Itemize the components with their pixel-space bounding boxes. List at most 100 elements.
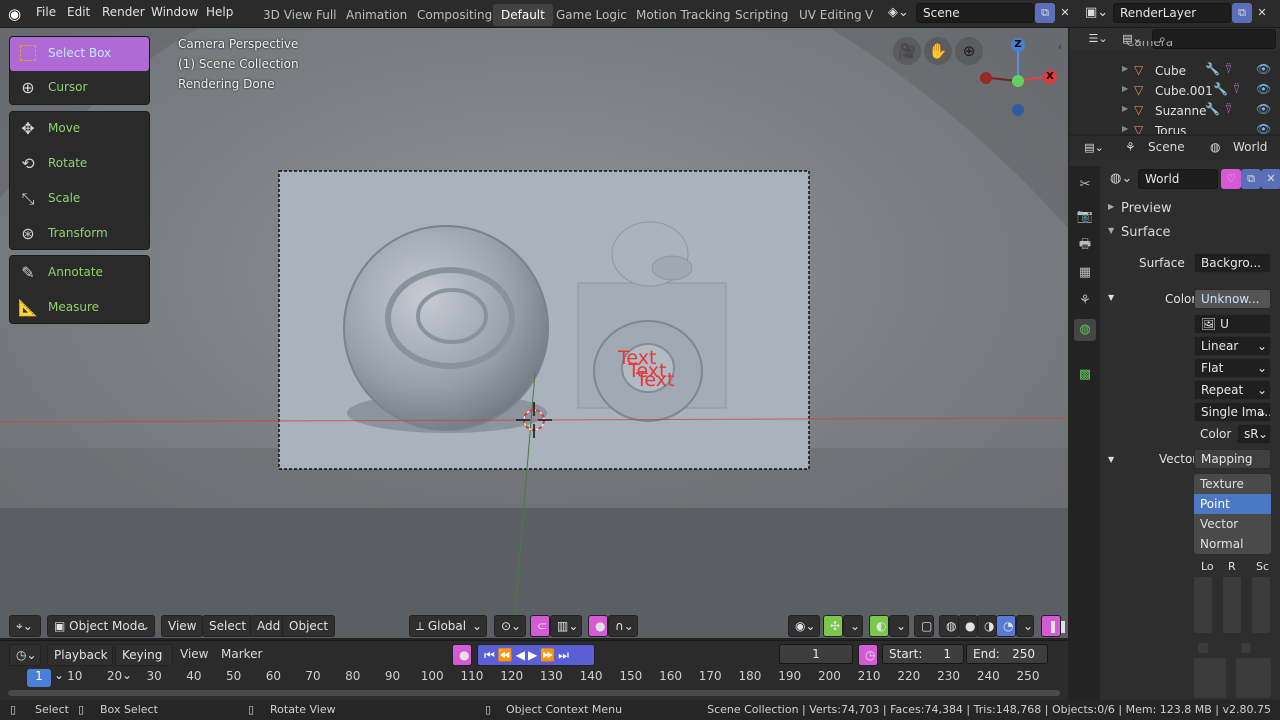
image-field[interactable]: 🖼 U: [1194, 314, 1271, 334]
checkbox[interactable]: [1241, 643, 1251, 653]
outliner-row-camera[interactable]: Camera: [1070, 41, 1280, 51]
start-frame-field[interactable]: Start: 1: [882, 644, 964, 664]
tool-annotate[interactable]: ✎ Annotate: [10, 256, 149, 290]
eye-icon[interactable]: 👁: [1256, 62, 1271, 76]
auto-keying-icon[interactable]: ●: [452, 644, 472, 666]
snap-toggle-icon[interactable]: ⊂: [530, 615, 550, 637]
max-slots[interactable]: [1236, 658, 1271, 698]
tool-scale[interactable]: ⤡ Scale: [10, 182, 149, 216]
pan-hand-icon[interactable]: ✋: [924, 37, 952, 65]
location-slots[interactable]: [1194, 577, 1212, 633]
gizmo-toggle-icon[interactable]: ✣: [823, 615, 843, 637]
min-slots[interactable]: [1194, 658, 1226, 698]
gizmo-dropdown-icon[interactable]: ⌄: [843, 615, 863, 637]
vector-option-texture[interactable]: Texture: [1194, 474, 1271, 494]
tab-motion-tracking[interactable]: Motion Tracking: [628, 4, 738, 26]
unlink-world-icon[interactable]: ✕: [1261, 169, 1280, 189]
new-scene-icon[interactable]: ⧉: [1035, 3, 1055, 23]
fake-user-icon[interactable]: ♡: [1221, 169, 1241, 189]
tool-tab-icon[interactable]: ✂: [1074, 174, 1096, 196]
panel-surface-header[interactable]: ▼ Surface: [1104, 223, 1278, 243]
editor-type-icon[interactable]: ⌖⌄: [9, 615, 41, 637]
interpolation-select[interactable]: Linear ⌄: [1194, 336, 1271, 356]
tool-select-box[interactable]: Select Box: [10, 37, 149, 71]
eye-icon[interactable]: 👁: [1256, 102, 1271, 116]
tab-game-logic[interactable]: Game Logic: [548, 4, 635, 26]
timeline-scrollbar[interactable]: [8, 690, 1060, 696]
tool-move[interactable]: ✥ Move: [10, 112, 149, 146]
view-layer-tab-icon[interactable]: ▦: [1074, 262, 1096, 284]
output-tab-icon[interactable]: 🖶: [1074, 234, 1096, 256]
color-input-field[interactable]: Unknow...: [1194, 289, 1271, 309]
menu-keying[interactable]: Keying ⌄: [115, 644, 173, 682]
projection-select[interactable]: Flat ⌄: [1194, 358, 1271, 378]
eye-icon[interactable]: 👁: [1256, 82, 1271, 96]
blender-logo-icon[interactable]: ◉: [8, 5, 26, 23]
current-frame-field[interactable]: 1: [779, 644, 853, 664]
new-renderlayer-icon[interactable]: ⧉: [1232, 3, 1252, 23]
snap-target-icon[interactable]: ▥⌄: [550, 615, 582, 637]
expand-color-icon[interactable]: ▼: [1108, 293, 1114, 302]
falloff-icon[interactable]: ∩⌄: [608, 615, 638, 637]
breadcrumb-world[interactable]: World: [1233, 140, 1267, 154]
menu-playback[interactable]: Playback ⌄: [47, 644, 113, 682]
panel-preview-header[interactable]: ▶ Preview: [1104, 199, 1278, 219]
tool-measure[interactable]: 📐 Measure: [10, 291, 149, 325]
timeline-menu-view[interactable]: View: [180, 647, 208, 661]
menu-marker[interactable]: Marker: [221, 647, 262, 661]
shading-dropdown-icon[interactable]: ⌄: [1016, 615, 1034, 637]
orientation-select[interactable]: ⟂ Global ⌄: [409, 615, 487, 637]
surface-shader-field[interactable]: Backgro...: [1194, 253, 1271, 273]
eye-icon[interactable]: 👁: [1256, 122, 1271, 134]
menu-view[interactable]: View: [161, 615, 204, 637]
menu-select[interactable]: Select: [202, 615, 254, 637]
overlay-dropdown-icon[interactable]: ⌄: [889, 615, 909, 637]
camera-view-icon[interactable]: 🎥: [893, 37, 921, 65]
properties-editor-icon[interactable]: ▤⌄: [1080, 138, 1108, 158]
render-tab-icon[interactable]: 📷: [1074, 206, 1096, 228]
gizmo-z-axis[interactable]: Z: [1011, 38, 1025, 52]
outliner[interactable]: ☰⌄ ▤⌄ ⌕ Camera ▶ ▽ Cube 🔧 ⍢ 👁 ▶ ▽ Cube.0…: [1070, 28, 1280, 134]
pause-render-icon[interactable]: ❚❚: [1041, 615, 1068, 637]
texture-tab-icon[interactable]: ▩: [1074, 364, 1096, 386]
vector-input-field[interactable]: Mapping: [1194, 449, 1271, 469]
properties-editor[interactable]: ▤⌄ ⚘ Scene ◍ World ✂ 📷 🖶 ▦ ⚘ ◍ ▩ ◍⌄ Worl…: [1070, 136, 1280, 700]
expand-vector-icon[interactable]: ▼: [1108, 455, 1114, 464]
extension-select[interactable]: Repeat ⌄: [1194, 380, 1271, 400]
zoom-icon[interactable]: ⊕: [955, 37, 983, 65]
object-mode-select[interactable]: ▣ Object Mode ⌄: [47, 615, 155, 637]
preview-range-icon[interactable]: ◷: [858, 644, 878, 666]
playback-controls[interactable]: ⏮⏪◀▶⏩⏭: [477, 644, 595, 666]
tab-compositing[interactable]: Compositing: [409, 4, 500, 26]
rendered-shading-icon[interactable]: ◔: [996, 615, 1016, 637]
scene-icon[interactable]: ◈⌄: [888, 5, 910, 23]
world-name-field[interactable]: World: [1138, 169, 1218, 189]
scale-slots[interactable]: [1252, 577, 1270, 633]
gizmo-x-axis[interactable]: X: [1043, 70, 1057, 84]
duplicate-world-icon[interactable]: ⧉: [1241, 169, 1261, 189]
menu-file[interactable]: File: [36, 5, 56, 19]
tool-transform[interactable]: ⊛ Transform: [10, 217, 149, 251]
scene-tab-icon[interactable]: ⚘: [1074, 290, 1096, 312]
xray-icon[interactable]: ▢: [914, 615, 934, 637]
vector-option-normal[interactable]: Normal: [1194, 534, 1271, 554]
timeline-editor-icon[interactable]: ◷⌄: [9, 644, 41, 666]
tab-uv-editing[interactable]: UV Editing: [791, 4, 870, 26]
tab-overflow[interactable]: V: [863, 4, 875, 26]
vector-option-point[interactable]: Point: [1194, 494, 1271, 514]
outliner-row-cube001[interactable]: ▶ ▽ Cube.001 🔧 ⍢ 👁: [1070, 81, 1280, 101]
checkbox[interactable]: [1198, 643, 1208, 653]
3d-viewport[interactable]: Text Text Text Z X 🎥 ✋ ⊕ ‹ Camera Perspe…: [0, 28, 1068, 638]
renderlayer-icon[interactable]: ▣⌄: [1085, 5, 1108, 23]
timeline[interactable]: ◷⌄ Playback ⌄ Keying ⌄ View Marker ● ⏮⏪◀…: [0, 640, 1068, 700]
menu-window[interactable]: Window: [151, 5, 198, 19]
renderlayer-name-field[interactable]: RenderLayer: [1113, 3, 1231, 23]
tab-default[interactable]: Default: [493, 4, 553, 26]
tab-3d-view-full[interactable]: 3D View Full: [255, 4, 345, 26]
close-icon[interactable]: ✕: [1252, 3, 1272, 23]
rotation-slots[interactable]: [1223, 577, 1241, 633]
outliner-row-suzanne[interactable]: ▶ ▽ Suzanne 🔧 ⍢ 👁: [1070, 101, 1280, 121]
material-shading-icon[interactable]: ◑: [977, 615, 997, 637]
pivot-icon[interactable]: ⊙⌄: [494, 615, 526, 637]
outliner-row-cube[interactable]: ▶ ▽ Cube 🔧 ⍢ 👁: [1070, 61, 1280, 81]
